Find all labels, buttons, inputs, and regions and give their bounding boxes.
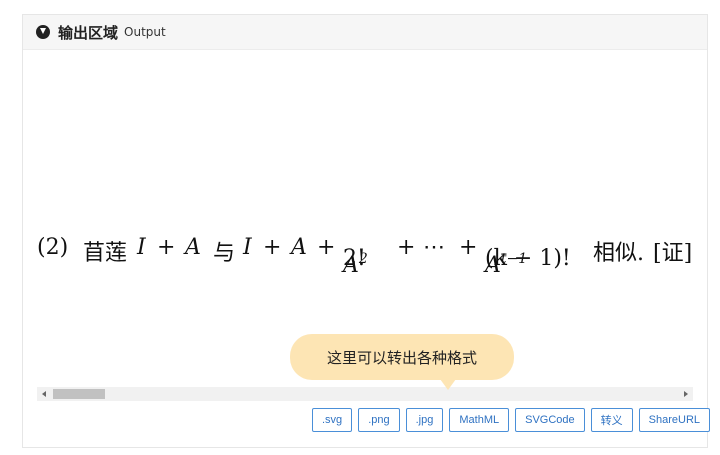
- math-var-a: A: [291, 235, 307, 260]
- export-png-button[interactable]: .png: [358, 408, 400, 432]
- math-dots: ⋯: [423, 235, 445, 260]
- export-button-row: .svg .png .jpg MathML SVGCode 转义 ShareUR…: [312, 408, 710, 432]
- export-jpg-button[interactable]: .jpg: [405, 408, 444, 432]
- math-plus: +: [263, 235, 282, 260]
- panel-subtitle: Output: [124, 25, 166, 39]
- share-url-button[interactable]: ShareURL: [638, 408, 710, 432]
- math-var-a: A: [185, 235, 201, 260]
- output-panel: 输出区域 Output (2) 苜莲 I + A 与 I + A + A2 2!…: [22, 14, 708, 448]
- math-connector: 与: [213, 241, 236, 266]
- export-svg-button[interactable]: .svg: [312, 408, 353, 432]
- format-tooltip: 这里可以转出各种格式: [290, 334, 514, 390]
- horizontal-scrollbar[interactable]: [37, 387, 693, 401]
- math-var-i: I: [243, 235, 252, 260]
- export-svgcode-button[interactable]: SVGCode: [515, 408, 585, 432]
- math-tail-text: 相似.: [593, 241, 644, 266]
- export-mathml-button[interactable]: MathML: [449, 408, 510, 432]
- math-bracket-text: [证]: [653, 241, 693, 266]
- scroll-right-icon[interactable]: [684, 391, 688, 397]
- math-plus: +: [157, 235, 176, 260]
- circle-down-arrow-icon[interactable]: [36, 25, 50, 39]
- escape-button[interactable]: 转义: [590, 408, 633, 432]
- panel-title: 输出区域: [58, 23, 119, 42]
- math-plus: +: [317, 235, 336, 260]
- math-lead-text: 苜莲: [83, 241, 128, 266]
- scroll-left-icon[interactable]: [42, 391, 46, 397]
- math-item-number: (2): [37, 235, 69, 260]
- math-var-i: I: [137, 235, 146, 260]
- math-plus: +: [397, 235, 416, 260]
- scrollbar-thumb[interactable]: [53, 389, 105, 399]
- math-plus: +: [459, 235, 478, 260]
- panel-header: 输出区域 Output: [23, 15, 707, 50]
- math-output: (2) 苜莲 I + A 与 I + A + A2 2! + ⋯ + At−1 …: [37, 235, 693, 278]
